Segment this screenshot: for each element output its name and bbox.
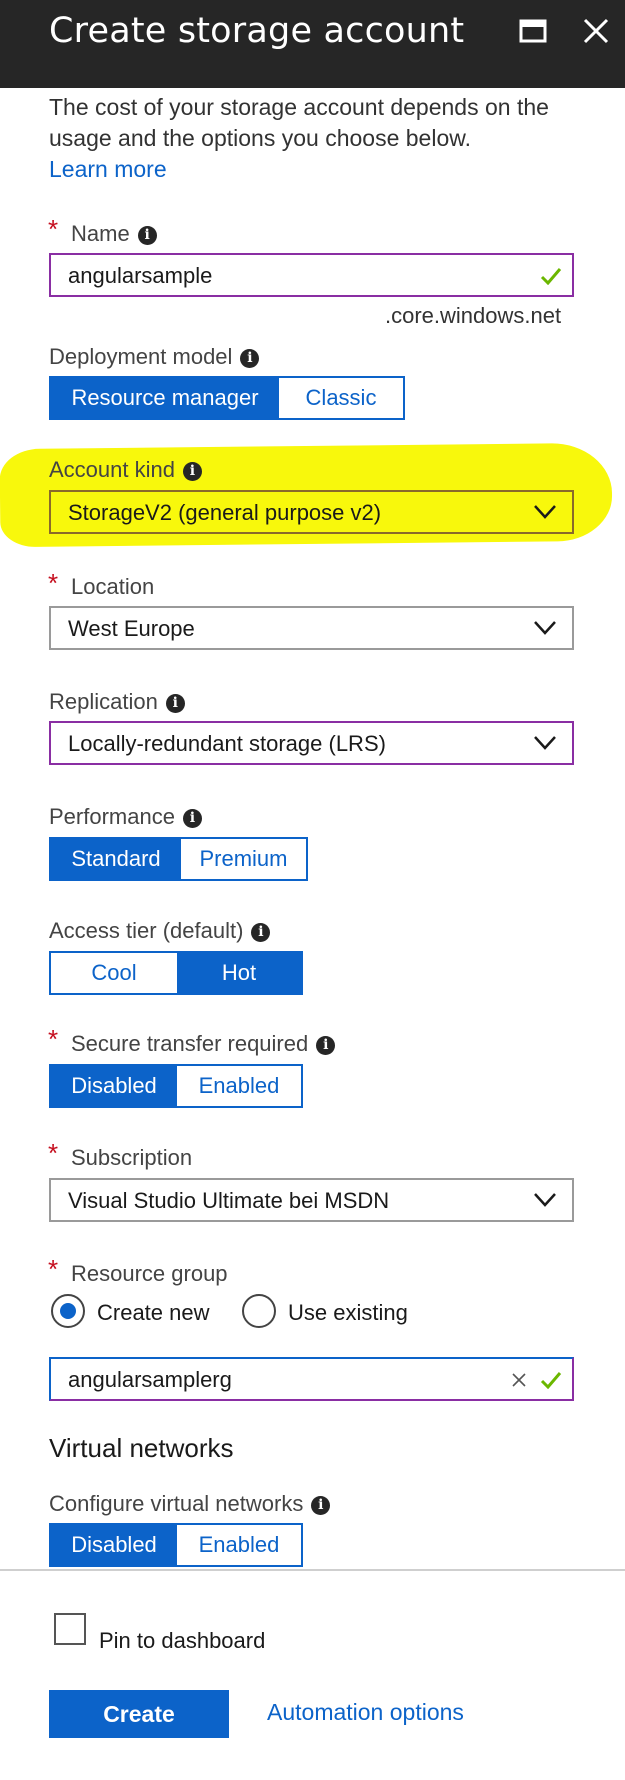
radio-use-existing-label[interactable]: Use existing — [288, 1299, 408, 1327]
resource-group-input[interactable]: angularsamplerg — [49, 1357, 574, 1401]
clear-icon[interactable] — [512, 1373, 526, 1387]
info-icon[interactable]: i — [137, 226, 157, 245]
performance-toggle[interactable]: Standard Premium — [49, 837, 308, 881]
name-input[interactable]: angularsample — [49, 253, 574, 297]
deployment-option-classic[interactable]: Classic — [279, 378, 403, 418]
footer-divider — [0, 1569, 625, 1571]
configure-vnet-label-text: Configure virtual networks — [49, 1491, 304, 1516]
account-kind-value: StorageV2 (general purpose v2) — [68, 500, 382, 525]
access-tier-toggle[interactable]: Cool Hot — [49, 951, 303, 995]
configure-vnet-label: Configure virtual networks i — [49, 1490, 331, 1518]
name-label: Name i — [71, 220, 157, 248]
replication-select[interactable]: Locally-redundant storage (LRS) — [49, 721, 574, 765]
deployment-model-toggle[interactable]: Resource manager Classic — [49, 376, 405, 420]
location-label: Location — [71, 574, 155, 599]
vnet-option-disabled[interactable]: Disabled — [51, 1525, 177, 1565]
resource-group-value: angularsamplerg — [68, 1367, 232, 1392]
domain-suffix: .core.windows.net — [385, 303, 562, 328]
blade-title: Create storage account — [49, 11, 465, 51]
performance-option-standard[interactable]: Standard — [51, 839, 181, 879]
deployment-model-label: Deployment model i — [49, 343, 260, 371]
secure-transfer-option-enabled[interactable]: Enabled — [177, 1066, 301, 1106]
deployment-model-label-text: Deployment model — [49, 344, 233, 369]
secure-transfer-label: Secure transfer required i — [71, 1030, 336, 1058]
access-tier-label: Access tier (default) i — [49, 917, 271, 945]
info-icon[interactable]: i — [240, 349, 260, 368]
required-asterisk: * — [48, 1138, 59, 1168]
vnet-option-enabled[interactable]: Enabled — [177, 1525, 301, 1565]
info-icon[interactable]: i — [316, 1036, 336, 1055]
pin-to-dashboard-checkbox[interactable] — [54, 1613, 86, 1645]
radio-create-new-label[interactable]: Create new — [97, 1299, 210, 1327]
subscription-value: Visual Studio Ultimate bei MSDN — [68, 1188, 390, 1213]
close-icon[interactable] — [579, 14, 613, 48]
required-asterisk: * — [48, 1254, 59, 1284]
secure-transfer-toggle[interactable]: Disabled Enabled — [49, 1064, 303, 1108]
virtual-networks-toggle[interactable]: Disabled Enabled — [49, 1523, 303, 1567]
resource-group-label: Resource group — [71, 1261, 228, 1286]
name-label-text: Name — [71, 221, 130, 246]
chevron-down-icon — [534, 505, 556, 519]
blade-header: Create storage account — [0, 0, 625, 88]
create-button[interactable]: Create — [49, 1690, 229, 1738]
account-kind-select[interactable]: StorageV2 (general purpose v2) — [49, 490, 574, 534]
required-asterisk: * — [48, 568, 59, 598]
virtual-networks-title: Virtual networks — [49, 1433, 234, 1463]
name-value: angularsample — [68, 263, 213, 288]
replication-value: Locally-redundant storage (LRS) — [68, 731, 386, 756]
replication-label: Replication i — [49, 688, 185, 716]
radio-use-existing[interactable] — [242, 1294, 276, 1328]
required-asterisk: * — [48, 1024, 59, 1054]
location-select[interactable]: West Europe — [49, 606, 574, 650]
radio-create-new[interactable] — [51, 1294, 85, 1328]
radio-selected-dot — [60, 1303, 76, 1319]
intro-text: The cost of your storage account depends… — [49, 94, 549, 151]
performance-option-premium[interactable]: Premium — [181, 839, 306, 879]
account-kind-label: Account kind i — [49, 456, 202, 484]
chevron-down-icon — [534, 1193, 556, 1207]
access-tier-label-text: Access tier (default) — [49, 918, 244, 943]
chevron-down-icon — [534, 621, 556, 635]
automation-options-link[interactable]: Automation options — [267, 1699, 464, 1726]
secure-transfer-label-text: Secure transfer required — [71, 1031, 309, 1056]
info-icon[interactable]: i — [165, 694, 185, 713]
replication-label-text: Replication — [49, 689, 158, 714]
subscription-select[interactable]: Visual Studio Ultimate bei MSDN — [49, 1178, 574, 1222]
learn-more-link[interactable]: Learn more — [49, 156, 167, 183]
chevron-down-icon — [534, 736, 556, 750]
deployment-option-resource-manager[interactable]: Resource manager — [51, 378, 279, 418]
checkmark-icon — [540, 268, 562, 285]
subscription-label: Subscription — [71, 1145, 193, 1170]
info-icon[interactable]: i — [182, 462, 202, 481]
maximize-icon[interactable] — [516, 14, 550, 48]
pin-to-dashboard-label[interactable]: Pin to dashboard — [99, 1627, 265, 1655]
info-icon[interactable]: i — [311, 1496, 331, 1515]
required-asterisk: * — [48, 214, 59, 244]
performance-label: Performance i — [49, 803, 202, 831]
info-icon[interactable]: i — [251, 923, 271, 942]
info-icon[interactable]: i — [182, 809, 202, 828]
account-kind-label-text: Account kind — [49, 457, 175, 482]
access-tier-option-cool[interactable]: Cool — [51, 953, 177, 993]
checkmark-icon — [540, 1372, 562, 1389]
location-value: West Europe — [68, 616, 195, 641]
access-tier-option-hot[interactable]: Hot — [177, 953, 301, 993]
performance-label-text: Performance — [49, 804, 175, 829]
secure-transfer-option-disabled[interactable]: Disabled — [51, 1066, 177, 1106]
